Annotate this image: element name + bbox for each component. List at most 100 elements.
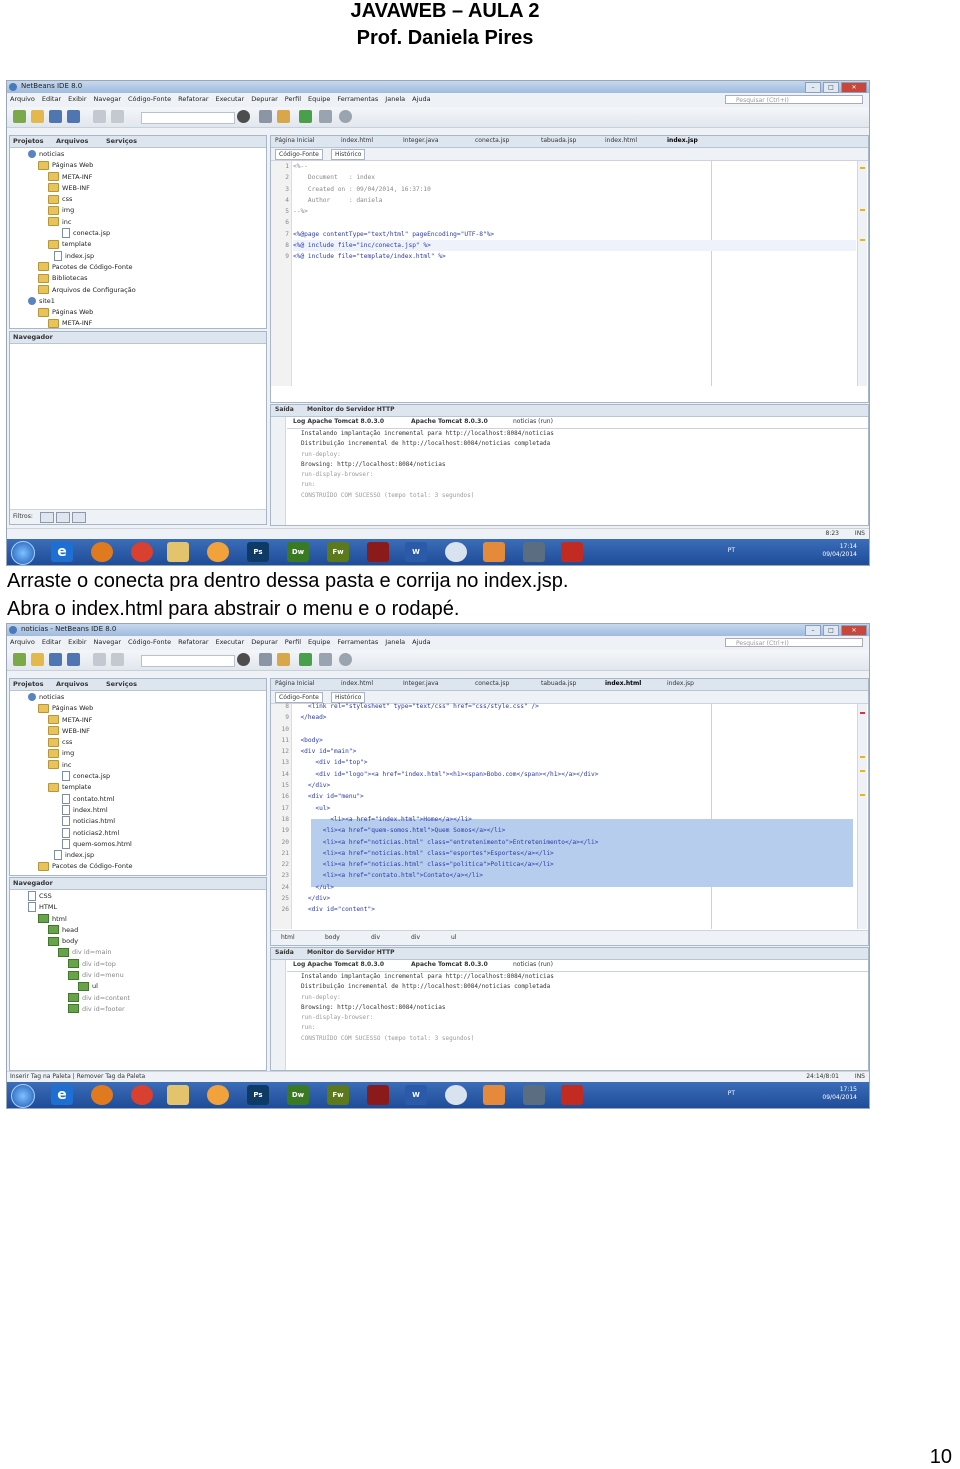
history-view-button[interactable]: Histórico	[331, 149, 366, 160]
language-indicator[interactable]: PT	[728, 1090, 735, 1097]
editor-tab[interactable]: conecta.jsp	[475, 137, 509, 144]
tree-item[interactable]: Páginas Web	[14, 307, 262, 318]
profile-icon[interactable]	[339, 110, 352, 123]
app-icon[interactable]	[367, 542, 389, 562]
profile-icon[interactable]	[339, 653, 352, 666]
nav-item[interactable]: div id=main	[14, 947, 262, 958]
editor-tab[interactable]: Página Inicial	[275, 137, 314, 144]
tab-arquivos[interactable]: Arquivos	[56, 680, 88, 688]
breadcrumb-item[interactable]: ul	[451, 934, 456, 941]
breadcrumb-item[interactable]: body	[325, 934, 340, 941]
config-gear-icon[interactable]	[237, 653, 250, 666]
media-player-icon[interactable]	[207, 1085, 229, 1105]
firefox-icon[interactable]	[91, 1085, 113, 1105]
editor-tab-active[interactable]: index.html	[605, 680, 641, 687]
debug-icon[interactable]	[319, 653, 332, 666]
output-title[interactable]: Saída	[275, 406, 294, 413]
tree-item[interactable]: META-INF	[14, 715, 262, 726]
app-icon[interactable]	[483, 542, 505, 562]
tab-servicos[interactable]: Serviços	[106, 137, 137, 145]
menu-ferramentas[interactable]: Ferramentas	[337, 94, 378, 105]
tree-item[interactable]: template	[14, 239, 262, 250]
menu-exibir[interactable]: Exibir	[68, 94, 86, 105]
breadcrumb-item[interactable]: div	[371, 934, 380, 941]
explorer-icon[interactable]	[167, 1085, 189, 1105]
menu-editar[interactable]: Editar	[42, 637, 61, 648]
save-all-icon[interactable]	[67, 653, 80, 666]
tree-item[interactable]: META-INF	[14, 172, 262, 183]
editor-scrollbar[interactable]	[857, 704, 867, 929]
filter-toggle-button[interactable]	[72, 512, 86, 523]
search-input[interactable]: Pesquisar (Ctrl+I)	[725, 95, 863, 104]
editor-tab[interactable]: index.jsp	[667, 680, 694, 687]
editor-tab-active[interactable]: index.jsp	[667, 137, 698, 144]
menu-ajuda[interactable]: Ajuda	[412, 637, 430, 648]
tab-servicos[interactable]: Serviços	[106, 680, 137, 688]
nav-item[interactable]: HTML	[14, 902, 262, 913]
editor-tab[interactable]: tabuada.jsp	[541, 680, 576, 687]
http-monitor-tab[interactable]: Monitor do Servidor HTTP	[307, 949, 395, 956]
tree-item[interactable]: Páginas Web	[14, 703, 262, 714]
dreamweaver-icon[interactable]: Dw	[287, 1085, 309, 1105]
save-all-icon[interactable]	[67, 110, 80, 123]
start-button[interactable]	[11, 1084, 35, 1108]
tree-item[interactable]: META-INF	[14, 318, 262, 329]
new-project-icon[interactable]	[13, 110, 26, 123]
tab-arquivos[interactable]: Arquivos	[56, 137, 88, 145]
minimize-button[interactable]: –	[805, 82, 821, 93]
menu-perfil[interactable]: Perfil	[285, 637, 301, 648]
tree-item[interactable]: template	[14, 782, 262, 793]
calculator-icon[interactable]	[523, 542, 545, 562]
tree-item[interactable]: WEB-INF	[14, 183, 262, 194]
tree-item[interactable]: quem-somos.html	[14, 838, 262, 850]
clean-build-icon[interactable]	[277, 110, 290, 123]
nav-item[interactable]: div id=top	[14, 959, 262, 970]
minimize-button[interactable]: –	[805, 625, 821, 636]
menu-depurar[interactable]: Depurar	[251, 94, 278, 105]
fireworks-icon[interactable]: Fw	[327, 1085, 349, 1105]
tree-item[interactable]: conecta.jsp	[14, 771, 262, 782]
config-combo[interactable]	[141, 655, 235, 667]
open-project-icon[interactable]	[49, 110, 62, 123]
search-input[interactable]: Pesquisar (Ctrl+I)	[725, 638, 863, 647]
chrome-icon[interactable]	[131, 1085, 153, 1105]
editor-tab[interactable]: Integer.java	[403, 137, 439, 144]
build-icon[interactable]	[259, 653, 272, 666]
acrobat-icon[interactable]	[561, 542, 583, 562]
tree-item[interactable]: Pacotes de Código-Fonte	[14, 861, 262, 872]
redo-icon[interactable]	[111, 110, 124, 123]
nav-item[interactable]: CSS	[14, 891, 262, 902]
media-player-icon[interactable]	[207, 542, 229, 562]
tab-projetos[interactable]: Projetos	[13, 680, 44, 688]
output-tab[interactable]: Apache Tomcat 8.0.3.0	[411, 961, 488, 968]
nav-item[interactable]: div id=menu	[14, 970, 262, 981]
tree-item[interactable]: img	[14, 205, 262, 216]
tree-item[interactable]: noticias	[14, 692, 262, 703]
start-button[interactable]	[11, 541, 35, 565]
word-icon[interactable]: W	[405, 542, 427, 562]
tree-item[interactable]: css	[14, 737, 262, 748]
menu-equipe[interactable]: Equipe	[308, 637, 330, 648]
code-area[interactable]: 1 <%-- 2 Document : index 3 Created on : …	[285, 161, 856, 386]
run-icon[interactable]	[299, 653, 312, 666]
menu-codigo-fonte[interactable]: Código-Fonte	[128, 637, 171, 648]
tree-item[interactable]: index.jsp	[14, 250, 262, 262]
tree-item[interactable]: inc	[14, 760, 262, 771]
debug-icon[interactable]	[319, 110, 332, 123]
menu-ajuda[interactable]: Ajuda	[412, 94, 430, 105]
redo-icon[interactable]	[111, 653, 124, 666]
internet-explorer-icon[interactable]: e	[51, 1085, 73, 1105]
tree-item[interactable]: noticias.html	[14, 816, 262, 827]
output-tab[interactable]: noticias (run)	[513, 418, 553, 425]
menu-editar[interactable]: Editar	[42, 94, 61, 105]
tab-projetos[interactable]: Projetos	[13, 137, 44, 145]
editor-scrollbar[interactable]	[857, 161, 867, 386]
virtualbox-icon[interactable]	[445, 542, 467, 562]
editor-tab[interactable]: Integer.java	[403, 680, 439, 687]
editor-tab[interactable]: tabuada.jsp	[541, 137, 576, 144]
menu-executar[interactable]: Executar	[216, 94, 245, 105]
internet-explorer-icon[interactable]: e	[51, 542, 73, 562]
app-icon[interactable]	[483, 1085, 505, 1105]
filter-toggle-button[interactable]	[40, 512, 54, 523]
dreamweaver-icon[interactable]: Dw	[287, 542, 309, 562]
